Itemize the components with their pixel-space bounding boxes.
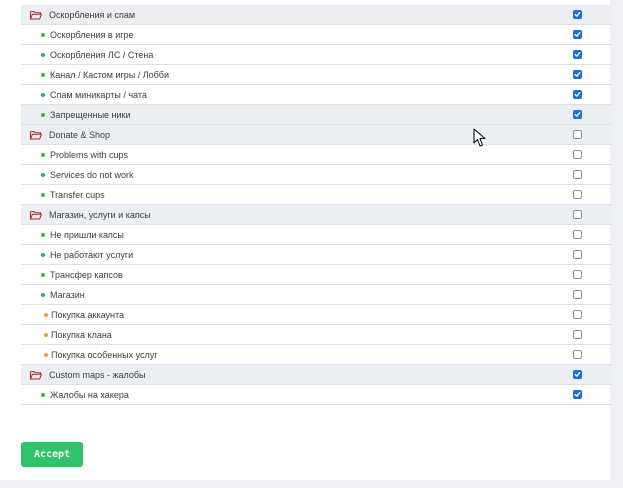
bullet-icon [41, 253, 45, 257]
row-label: Оскорбления в игре [50, 30, 134, 40]
category-item-row[interactable]: Жалобы на хакера [21, 385, 612, 405]
bullet-icon [41, 93, 45, 97]
category-group-row[interactable]: Оскорбления и спам [21, 5, 612, 25]
category-item-row[interactable]: Трансфер капсов [21, 265, 612, 285]
category-panel: Оскорбления и спам Оскорбления в игре Оско… [0, 0, 612, 480]
row-label: Transfer cups [50, 190, 105, 200]
category-item-row[interactable]: Запрещенные ники [21, 105, 612, 125]
row-label: Жалобы на хакера [50, 390, 129, 400]
category-tree: Оскорбления и спам Оскорбления в игре Оско… [21, 5, 612, 405]
row-label: Services do not work [50, 170, 134, 180]
row-checkbox[interactable] [573, 250, 582, 259]
row-label: Канал / Кастом игры / Лобби [50, 70, 169, 80]
bullet-icon [41, 233, 45, 237]
bullet-icon [41, 173, 45, 177]
category-item-row[interactable]: Transfer cups [21, 185, 612, 205]
row-checkbox[interactable] [573, 70, 582, 79]
category-item-row[interactable]: Спам миникарты / чата [21, 85, 612, 105]
bullet-icon [41, 193, 45, 197]
row-label: Custom maps - жалобы [49, 370, 146, 380]
row-checkbox[interactable] [573, 370, 582, 379]
row-checkbox[interactable] [573, 170, 582, 179]
row-checkbox[interactable] [573, 110, 582, 119]
bullet-icon [41, 113, 45, 117]
row-checkbox[interactable] [573, 130, 582, 139]
category-item-row[interactable]: Оскорбления ЛС / Стена [21, 45, 612, 65]
category-item-row[interactable]: Problems with cups [21, 145, 612, 165]
row-label: Покупка особенных услуг [51, 350, 158, 360]
folder-open-icon [30, 10, 42, 20]
row-label: Трансфер капсов [50, 270, 123, 280]
category-item-row[interactable]: Магазин [21, 285, 612, 305]
row-checkbox[interactable] [573, 150, 582, 159]
row-checkbox[interactable] [573, 90, 582, 99]
category-item-row[interactable]: Покупка аккаунта [21, 305, 612, 325]
row-label: Покупка клана [51, 330, 112, 340]
bullet-icon [41, 53, 45, 57]
row-label: Оскорбления ЛС / Стена [50, 50, 154, 60]
category-item-row[interactable]: Не пришли капсы [21, 225, 612, 245]
category-item-row[interactable]: Services do not work [21, 165, 612, 185]
bullet-icon [41, 293, 45, 297]
category-group-row[interactable]: Donate & Shop [21, 125, 612, 145]
category-group-row[interactable]: Магазин, услуги и капсы [21, 205, 612, 225]
row-label: Магазин, услуги и капсы [49, 210, 151, 220]
row-checkbox[interactable] [573, 10, 582, 19]
row-checkbox[interactable] [573, 390, 582, 399]
row-label: Оскорбления и спам [49, 10, 136, 20]
row-checkbox[interactable] [573, 230, 582, 239]
row-label: Donate & Shop [49, 130, 111, 140]
row-checkbox[interactable] [573, 210, 582, 219]
accept-button[interactable]: Accept [21, 442, 83, 467]
bullet-icon [44, 353, 48, 357]
bullet-icon [41, 273, 45, 277]
row-checkbox[interactable] [573, 270, 582, 279]
bullet-icon [41, 33, 45, 37]
folder-open-icon [30, 370, 42, 380]
row-label: Запрещенные ники [50, 110, 131, 120]
folder-open-icon [30, 130, 42, 140]
row-label: Магазин [50, 290, 85, 300]
category-item-row[interactable]: Покупка особенных услуг [21, 345, 612, 365]
category-item-row[interactable]: Покупка клана [21, 325, 612, 345]
row-checkbox[interactable] [573, 50, 582, 59]
bullet-icon [41, 73, 45, 77]
row-checkbox[interactable] [573, 310, 582, 319]
row-checkbox[interactable] [573, 330, 582, 339]
bullet-icon [44, 313, 48, 317]
folder-open-icon [30, 210, 42, 220]
row-checkbox[interactable] [573, 190, 582, 199]
category-item-row[interactable]: Не работают услуги [21, 245, 612, 265]
row-checkbox[interactable] [573, 350, 582, 359]
row-checkbox[interactable] [573, 290, 582, 299]
bullet-icon [44, 333, 48, 337]
category-group-row[interactable]: Custom maps - жалобы [21, 365, 612, 385]
row-label: Покупка аккаунта [51, 310, 125, 320]
mouse-cursor-icon [473, 128, 486, 147]
row-checkbox[interactable] [573, 30, 582, 39]
bullet-icon [41, 393, 45, 397]
bullet-icon [41, 153, 45, 157]
category-item-row[interactable]: Канал / Кастом игры / Лобби [21, 65, 612, 85]
row-label: Не работают услуги [50, 250, 134, 260]
category-item-row[interactable]: Оскорбления в игре [21, 25, 612, 45]
row-label: Problems with cups [50, 150, 129, 160]
row-label: Спам миникарты / чата [50, 90, 147, 100]
row-label: Не пришли капсы [50, 230, 124, 240]
